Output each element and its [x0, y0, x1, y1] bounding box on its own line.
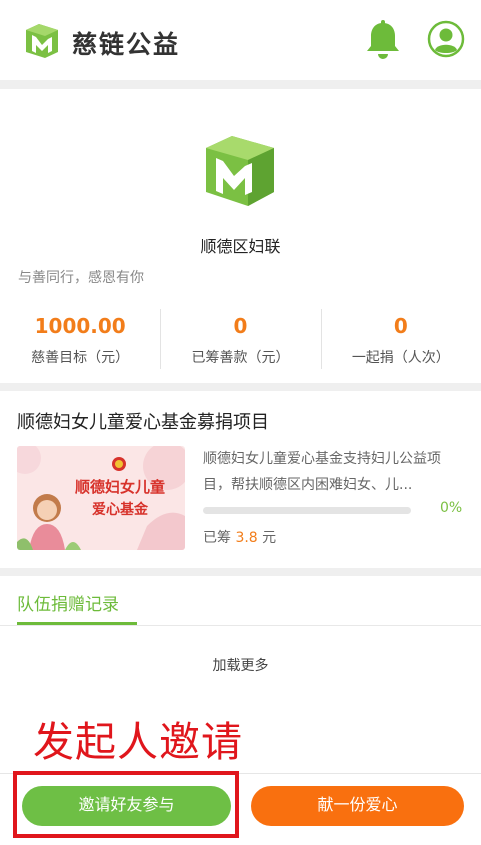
load-more-link[interactable]: 加载更多: [0, 655, 481, 675]
org-name: 顺德区妇联: [200, 237, 281, 256]
invite-friends-button[interactable]: 邀请好友参与: [22, 786, 231, 826]
stats-row: 1000.00 慈善目标（元） 0 已筹善款（元） 0 一起捐（人次）: [0, 307, 481, 373]
brand-name: 慈链公益: [72, 30, 181, 59]
tab-donation-records[interactable]: 队伍捐赠记录: [17, 590, 119, 615]
stat-value: 0: [393, 314, 408, 338]
progress-bar: [203, 507, 411, 514]
raised-amount: 已筹 3.8 元: [203, 527, 276, 547]
section-divider: [0, 80, 481, 89]
raised-prefix: 已筹: [203, 530, 231, 546]
raised-unit: 元: [262, 530, 277, 546]
project-title[interactable]: 顺德妇女儿童爱心基金募捐项目: [17, 408, 269, 434]
tab-divider: [0, 625, 481, 626]
stat-label: 一起捐（人次）: [351, 350, 450, 366]
stat-donors: 0 一起捐（人次）: [320, 307, 481, 373]
annotation-label: 发起人邀请: [33, 718, 243, 766]
project-description: 顺德妇女儿童爱心基金支持妇儿公益项目，帮扶顺德区内困难妇女、儿...: [203, 451, 441, 493]
section-divider: [0, 568, 481, 576]
raised-number: 3.8: [235, 530, 258, 546]
stat-value: 1000.00: [34, 314, 126, 338]
progress-percent: 0%: [440, 500, 463, 516]
bell-icon[interactable]: [364, 20, 402, 60]
stat-target: 1000.00 慈善目标（元）: [0, 307, 160, 373]
project-image[interactable]: 顺德妇女儿童 爱心基金: [17, 446, 185, 550]
project-image-line1: 顺德妇女儿童: [75, 478, 165, 496]
stat-label: 慈善目标（元）: [31, 350, 130, 366]
stat-raised: 0 已筹善款（元）: [160, 307, 320, 373]
org-logo-icon: [206, 136, 274, 206]
section-divider: [0, 383, 481, 391]
user-icon[interactable]: [427, 20, 465, 58]
org-slogan: 与善同行，感恩有你: [18, 270, 144, 286]
app-logo-icon[interactable]: [22, 20, 62, 60]
donate-button[interactable]: 献一份爱心: [251, 786, 464, 826]
project-image-line2: 爱心基金: [92, 501, 149, 518]
top-bar: 慈链公益: [0, 0, 481, 80]
stat-label: 已筹善款（元）: [191, 350, 290, 366]
stat-value: 0: [233, 314, 248, 338]
